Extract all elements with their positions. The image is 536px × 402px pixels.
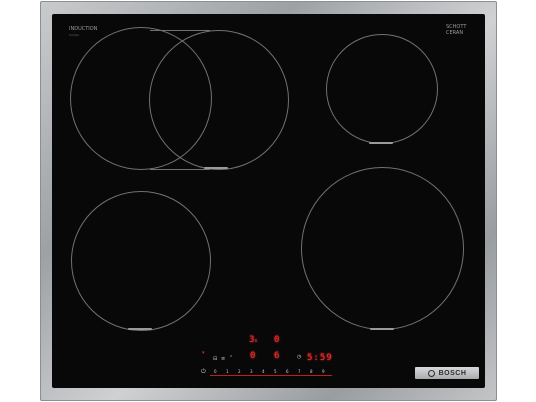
ceran-label: CERAN [446,30,464,36]
timer-display: 5:59 [307,353,333,363]
child-lock-icon[interactable]: ⊟ [213,356,217,362]
cooking-zone-front-left[interactable] [71,191,211,331]
slider-step[interactable]: 9 [322,369,325,374]
cooking-zone-front-right[interactable] [301,167,464,330]
slider-step[interactable]: 6 [286,369,289,374]
zone-marker-front-left [128,328,152,330]
zone-marker-front-right [370,328,394,330]
brand-name: BOSCH [438,369,467,377]
slider-step[interactable]: 2 [238,369,241,374]
zone-marker-rear-right [369,142,393,144]
display-front-right-level: 6 [274,351,280,361]
boost-icon[interactable]: ▾ [202,350,205,356]
slider-step[interactable]: 7 [298,369,301,374]
induction-label: INDUCTION [69,26,98,32]
slider-step[interactable]: 5 [274,369,277,374]
display-rear-right-level: 0 [274,335,280,345]
slider-step[interactable]: 3 [250,369,253,374]
slider-track [210,375,332,376]
slider-step[interactable]: 0 [214,369,217,374]
cooking-zone-rear-left-flex[interactable] [149,30,289,170]
zone-marker-rear-left [204,167,228,169]
flex-zone-icon[interactable]: ≡ [221,356,225,362]
slider-step[interactable]: 1 [226,369,229,374]
combi-label: Combi [69,33,79,37]
bosch-logo-icon [427,369,435,377]
menu-icon[interactable]: ⌃ [229,355,233,361]
timer-icon[interactable]: ◷ [297,354,301,360]
slider-step[interactable]: 8 [310,369,313,374]
cooking-zone-rear-right[interactable] [326,34,438,144]
power-level-slider[interactable]: 0 1 2 3 4 5 6 7 8 9 [202,369,332,379]
display-front-left-level: 0 [250,351,256,361]
brand-plate: BOSCH [415,367,479,379]
display-rear-left-level: 3s [249,335,258,345]
slider-step[interactable]: 4 [262,369,265,374]
